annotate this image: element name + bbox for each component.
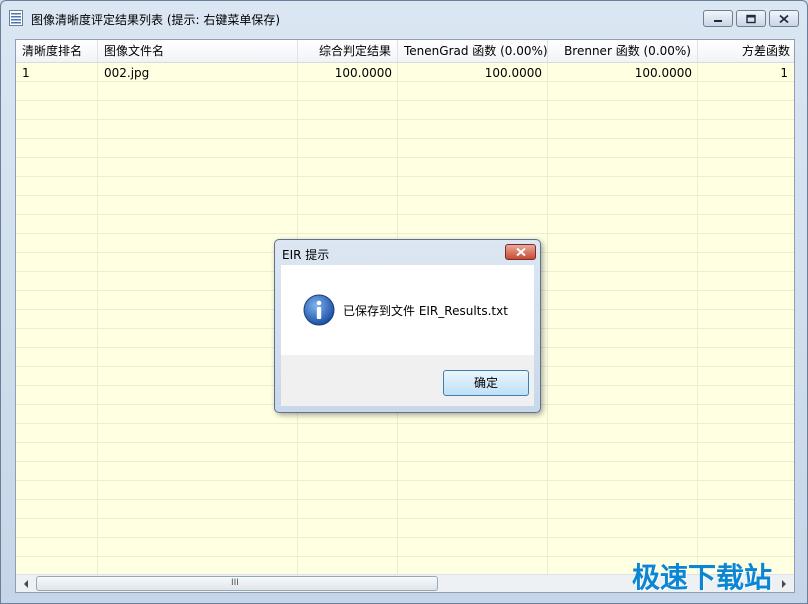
column-header-filename[interactable]: 图像文件名	[98, 40, 298, 62]
column-header-overall-result[interactable]: 综合判定结果	[298, 40, 398, 62]
cell-variance: 1	[780, 66, 788, 80]
maximize-button[interactable]	[736, 10, 766, 27]
dialog-close-button[interactable]	[505, 244, 536, 260]
dialog-footer: 确定	[281, 355, 534, 406]
column-header-rank[interactable]: 清晰度排名	[16, 40, 98, 62]
list-header: 清晰度排名 图像文件名 综合判定结果 TenenGrad 函数 (0.00%) …	[16, 40, 794, 63]
minimize-icon	[714, 19, 722, 22]
dialog-message: 已保存到文件 EIR_Results.txt	[343, 304, 508, 318]
close-icon	[515, 247, 526, 257]
column-header-brenner[interactable]: Brenner 函数 (0.00%)	[548, 40, 698, 62]
cell-tenengrad: 100.0000	[484, 66, 542, 80]
maximize-icon	[746, 14, 756, 23]
dialog-title: EIR 提示	[282, 248, 330, 262]
close-icon	[779, 14, 789, 23]
info-icon	[303, 294, 335, 326]
scroll-left-arrow-icon[interactable]	[18, 575, 35, 593]
scrollbar-grip: III	[231, 578, 239, 588]
list-app-icon	[9, 10, 23, 26]
column-header-tenengrad[interactable]: TenenGrad 函数 (0.00%)	[398, 40, 548, 62]
scroll-right-arrow-icon[interactable]	[775, 575, 792, 593]
watermark-text: 极速下载站	[632, 561, 773, 594]
dialog-body: 已保存到文件 EIR_Results.txt	[281, 265, 534, 355]
cell-filename: 002.jpg	[104, 66, 150, 80]
cell-rank: 1	[22, 66, 30, 80]
cell-brenner: 100.0000	[634, 66, 692, 80]
column-header-variance[interactable]: 方差函数	[698, 40, 794, 62]
scrollbar-thumb[interactable]: III	[36, 576, 438, 591]
minimize-button[interactable]	[703, 10, 733, 27]
title-bar[interactable]: 图像清晰度评定结果列表 (提示: 右键菜单保存)	[1, 1, 807, 35]
cell-overall-result: 100.0000	[334, 66, 392, 80]
info-dialog: EIR 提示 已保存到文件 EIR_Results.txt 确定	[274, 239, 541, 413]
close-button[interactable]	[769, 10, 799, 27]
window-title: 图像清晰度评定结果列表 (提示: 右键菜单保存)	[31, 13, 281, 27]
ok-button[interactable]: 确定	[443, 370, 529, 396]
